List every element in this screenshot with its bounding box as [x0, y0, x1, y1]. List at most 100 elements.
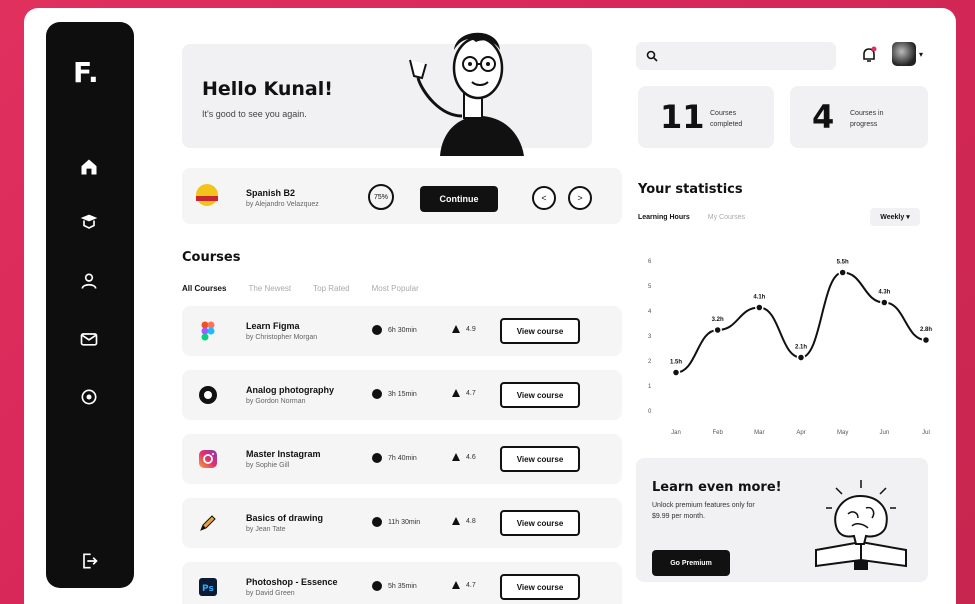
- data-label: 4.3h: [878, 290, 890, 296]
- data-point[interactable]: [755, 303, 764, 312]
- tab-newest[interactable]: The Newest: [248, 284, 291, 293]
- view-course-button[interactable]: View course: [500, 510, 580, 536]
- courses-tabs: All Courses The Newest Top Rated Most Po…: [182, 284, 419, 293]
- current-course-card: Spanish B2 by Alejandro Velazquez 75% Co…: [182, 168, 622, 224]
- y-tick-label: 4: [648, 309, 652, 315]
- data-point[interactable]: [671, 368, 681, 377]
- notification-bell-icon[interactable]: [860, 46, 878, 64]
- course-rating-value: 4.7: [466, 389, 476, 397]
- photoshop-icon: Ps: [196, 575, 220, 599]
- course-title: Learn Figma: [246, 321, 300, 331]
- course-duration: 6h 30min: [372, 325, 417, 335]
- tab-all-courses[interactable]: All Courses: [182, 284, 226, 293]
- course-duration: 3h 15min: [372, 389, 417, 399]
- course-duration-value: 6h 30min: [388, 326, 417, 334]
- continue-button[interactable]: Continue: [420, 186, 498, 212]
- period-value: Weekly: [880, 213, 905, 221]
- course-rating-value: 4.7: [466, 581, 476, 589]
- data-point[interactable]: [921, 335, 931, 345]
- chevron-down-icon[interactable]: ▾: [919, 50, 923, 59]
- data-point[interactable]: [880, 298, 889, 307]
- course-duration-value: 7h 40min: [388, 454, 417, 462]
- home-icon[interactable]: [78, 156, 100, 178]
- course-duration: 11h 30min: [372, 517, 420, 527]
- tab-learning-hours[interactable]: Learning Hours: [638, 214, 690, 221]
- spanish-flag-icon: [196, 184, 218, 206]
- course-row: Ps Photoshop - Essence by David Green 5h…: [182, 562, 622, 604]
- y-tick-label: 2: [648, 359, 652, 365]
- tab-top-rated[interactable]: Top Rated: [313, 284, 349, 293]
- course-rating: 4.7: [452, 389, 476, 397]
- courses-title: Courses: [182, 250, 241, 265]
- avatar[interactable]: [892, 42, 916, 66]
- search-input[interactable]: [636, 42, 836, 70]
- brain-book-illustration: [815, 480, 907, 570]
- course-author: by David Green: [246, 590, 295, 597]
- rating-icon: [452, 453, 460, 461]
- view-course-button[interactable]: View course: [500, 574, 580, 600]
- learning-hours-chart: 6 5 4 3 2 1 0 1.5h Jan 3.2h Feb 4.1h Mar 2.1h Apr 5.5h M…: [648, 259, 932, 436]
- data-point[interactable]: [713, 325, 722, 335]
- y-tick-label: 5: [648, 284, 652, 290]
- rating-icon: [452, 517, 460, 525]
- tab-my-courses[interactable]: My Courses: [708, 214, 745, 221]
- course-rating: 4.6: [452, 453, 476, 461]
- x-tick-label: Apr: [796, 430, 805, 436]
- courses-icon[interactable]: [78, 212, 100, 234]
- clock-icon: [372, 389, 382, 399]
- rating-icon: [452, 389, 460, 397]
- profile-icon[interactable]: [78, 270, 100, 292]
- app-window: F. Hello Kunal! It's good to see you aga…: [24, 8, 956, 604]
- course-rating-value: 4.8: [466, 517, 476, 525]
- settings-icon[interactable]: [78, 386, 100, 408]
- instagram-icon: [196, 447, 220, 471]
- waving-character-illustration: [409, 32, 524, 156]
- data-point[interactable]: [796, 353, 806, 362]
- mail-icon[interactable]: [78, 328, 100, 350]
- completed-count: 11: [660, 98, 705, 136]
- view-course-button[interactable]: View course: [500, 446, 580, 472]
- data-label: 3.2h: [712, 317, 724, 323]
- course-progress: 75%: [368, 184, 394, 210]
- promo-title: Learn even more!: [652, 480, 782, 495]
- search-icon: [646, 50, 658, 62]
- course-title: Photoshop - Essence: [246, 577, 338, 587]
- x-tick-label: Feb: [712, 430, 723, 436]
- greeting-subtitle: It's good to see you again.: [202, 109, 307, 119]
- data-point[interactable]: [838, 268, 847, 277]
- x-tick-label: Jul: [922, 430, 930, 436]
- go-premium-button[interactable]: Go Premium: [652, 550, 730, 576]
- figma-icon: [196, 319, 220, 343]
- course-rating-value: 4.6: [466, 453, 476, 461]
- aperture-icon: [196, 383, 220, 407]
- y-tick-label: 0: [648, 409, 652, 415]
- period-dropdown[interactable]: Weekly ▾: [870, 208, 920, 226]
- pencil-icon: [196, 511, 220, 535]
- previous-button[interactable]: <: [532, 186, 556, 210]
- promo-text: Unlock premium features only for $9.99 p…: [652, 502, 755, 520]
- course-rating-value: 4.9: [466, 325, 476, 333]
- view-course-button[interactable]: View course: [500, 382, 580, 408]
- course-duration-value: 3h 15min: [388, 390, 417, 398]
- svg-text:Ps: Ps: [202, 584, 214, 594]
- view-course-button[interactable]: View course: [500, 318, 580, 344]
- course-row: Analog photography by Gordon Norman 3h 1…: [182, 370, 622, 420]
- completed-label: Courses completed: [710, 110, 743, 128]
- data-label: 4.1h: [753, 295, 765, 301]
- y-tick-label: 1: [648, 384, 652, 390]
- in-progress-label: Courses in progress: [850, 110, 884, 128]
- course-row: Master Instagram by Sophie Gill 7h 40min…: [182, 434, 622, 484]
- next-button[interactable]: >: [568, 186, 592, 210]
- course-duration-value: 5h 35min: [388, 582, 417, 590]
- course-row: Learn Figma by Christopher Morgan 6h 30m…: [182, 306, 622, 356]
- clock-icon: [372, 581, 382, 591]
- course-title: Basics of drawing: [246, 513, 324, 523]
- logout-icon[interactable]: [78, 550, 100, 572]
- data-label: 1.5h: [670, 360, 682, 366]
- completed-stat-card: 11 Courses completed: [638, 86, 774, 148]
- current-course-author: by Alejandro Velazquez: [246, 201, 319, 208]
- data-label: 2.8h: [920, 327, 932, 333]
- clock-icon: [372, 453, 382, 463]
- tab-most-popular[interactable]: Most Popular: [372, 284, 419, 293]
- in-progress-count: 4: [812, 98, 835, 136]
